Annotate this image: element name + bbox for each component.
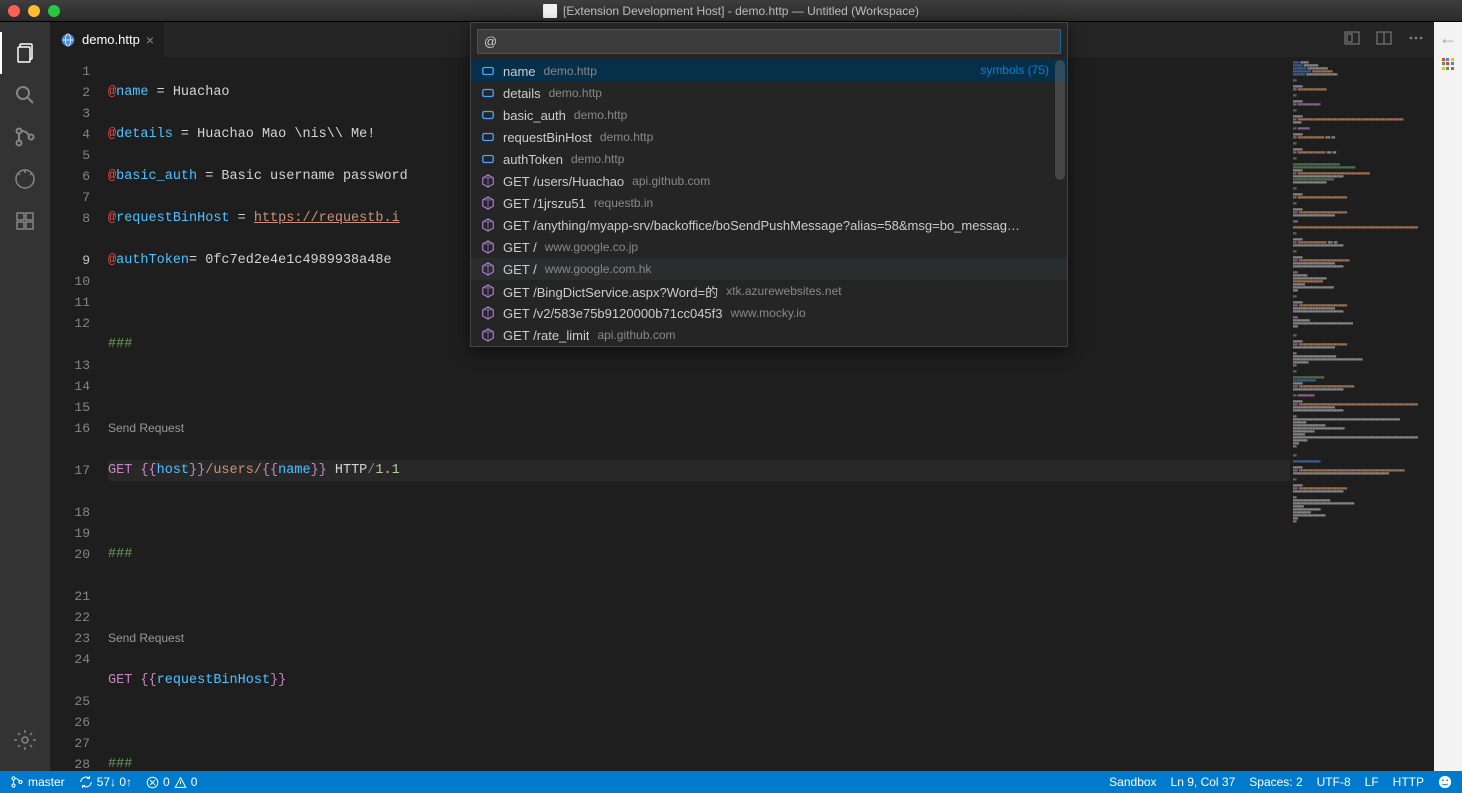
- quick-pick-item-label: GET /v2/583e75b9120000b71cc045f3: [503, 306, 723, 321]
- quick-pick-item-label: GET /BingDictService.aspx?Word=的: [503, 282, 718, 301]
- status-cursor-position[interactable]: Ln 9, Col 37: [1171, 775, 1236, 789]
- status-git-branch[interactable]: master: [10, 775, 65, 789]
- quick-pick-item[interactable]: GET / www.google.com.hk: [471, 258, 1067, 280]
- quick-pick-list: symbols (75) namedemo.httpdetailsdemo.ht…: [471, 60, 1067, 346]
- quick-pick-item-label: requestBinHost: [503, 130, 592, 145]
- window-title: [Extension Development Host] - demo.http…: [543, 4, 919, 18]
- quick-pick-item-detail: demo.http: [574, 108, 627, 122]
- minimap[interactable]: █████ ███████ ████████ ████████████ ████…: [1290, 57, 1420, 771]
- quick-pick-item[interactable]: authToken demo.http: [471, 148, 1067, 170]
- activity-settings[interactable]: [0, 719, 50, 761]
- window-title-text: [Extension Development Host] - demo.http…: [563, 4, 919, 18]
- status-encoding[interactable]: UTF-8: [1317, 775, 1351, 789]
- quick-pick-item-detail: www.mocky.io: [731, 306, 806, 320]
- quick-pick-item[interactable]: GET /anything/myapp-srv/backoffice/boSen…: [471, 214, 1067, 236]
- minimize-window-button[interactable]: [28, 5, 40, 17]
- quick-pick-item-detail: www.google.co.jp: [545, 240, 638, 254]
- close-window-button[interactable]: [8, 5, 20, 17]
- quick-pick-scrollbar[interactable]: [1055, 60, 1065, 180]
- quick-pick-item-detail: xtk.azurewebsites.net: [726, 284, 841, 298]
- status-sandbox[interactable]: Sandbox: [1109, 775, 1156, 789]
- quick-pick-item-label: GET /rate_limit: [503, 328, 589, 343]
- symbol-icon: [481, 218, 495, 232]
- quick-pick-item-label: authToken: [503, 152, 563, 167]
- quick-pick-item[interactable]: name demo.http: [471, 60, 1067, 82]
- symbol-icon: [481, 64, 495, 78]
- quick-pick-item-label: GET /: [503, 262, 537, 277]
- quick-pick-item-detail: www.google.com.hk: [545, 262, 652, 276]
- symbol-icon: [481, 108, 495, 122]
- quick-pick-item-label: GET /1jrszu51: [503, 196, 586, 211]
- symbol-icon: [481, 262, 495, 276]
- apps-grid-icon[interactable]: [1442, 58, 1454, 70]
- activity-extensions[interactable]: [0, 200, 50, 242]
- http-file-icon: [60, 32, 76, 48]
- split-layout-icon[interactable]: [1376, 30, 1392, 50]
- tab-label: demo.http: [82, 32, 140, 47]
- symbol-icon: [481, 86, 495, 100]
- quick-pick-item-label: name: [503, 64, 536, 79]
- status-feedback-icon[interactable]: [1438, 775, 1452, 789]
- quick-pick-item[interactable]: GET / www.google.co.jp: [471, 236, 1067, 258]
- status-language[interactable]: HTTP: [1393, 775, 1424, 789]
- quick-pick-item-detail: demo.http: [600, 130, 653, 144]
- quick-pick-item[interactable]: GET /1jrszu51 requestb.in: [471, 192, 1067, 214]
- maximize-window-button[interactable]: [48, 5, 60, 17]
- quick-pick: symbols (75) namedemo.httpdetailsdemo.ht…: [470, 22, 1068, 347]
- status-sync[interactable]: 57↓ 0↑: [79, 775, 132, 789]
- quick-pick-item-label: GET /: [503, 240, 537, 255]
- quick-pick-item[interactable]: GET /rate_limit api.github.com: [471, 324, 1067, 346]
- status-eol[interactable]: LF: [1365, 775, 1379, 789]
- quick-pick-item[interactable]: GET /BingDictService.aspx?Word=的 xtk.azur…: [471, 280, 1067, 302]
- split-editor-icon[interactable]: [1344, 30, 1360, 50]
- activity-search[interactable]: [0, 74, 50, 116]
- quick-pick-item-label: basic_auth: [503, 108, 566, 123]
- line-gutter: 123456 78 9101112 13141516 17 181920 212…: [50, 57, 108, 771]
- activity-explorer[interactable]: [0, 32, 50, 74]
- quick-pick-item[interactable]: requestBinHost demo.http: [471, 126, 1067, 148]
- file-icon: [543, 4, 557, 18]
- quick-pick-item-detail: api.github.com: [632, 174, 710, 188]
- activity-debug[interactable]: [0, 158, 50, 200]
- quick-pick-item[interactable]: GET /v2/583e75b9120000b71cc045f3 www.mock…: [471, 302, 1067, 324]
- back-arrow-icon[interactable]: ←: [1443, 30, 1454, 50]
- quick-pick-item-detail: demo.http: [549, 86, 602, 100]
- symbols-count-badge: symbols (75): [980, 63, 1049, 77]
- symbol-icon: [481, 174, 495, 188]
- quick-pick-item-label: GET /users/Huachao: [503, 174, 624, 189]
- quick-pick-item-detail: api.github.com: [597, 328, 675, 342]
- quick-pick-item-label: GET /anything/myapp-srv/backoffice/boSen…: [503, 218, 1020, 233]
- editor-area: demo.http × 123456 78 9101112: [50, 22, 1434, 771]
- status-indentation[interactable]: Spaces: 2: [1249, 775, 1302, 789]
- status-problems[interactable]: 0 0: [146, 775, 197, 789]
- send-request-codelens[interactable]: Send Request: [108, 628, 1290, 649]
- browser-sidebar: ←: [1434, 22, 1462, 771]
- quick-pick-item[interactable]: basic_auth demo.http: [471, 104, 1067, 126]
- send-request-codelens[interactable]: Send Request: [108, 418, 1290, 439]
- tab-close-button[interactable]: ×: [146, 32, 154, 48]
- quick-pick-item-label: details: [503, 86, 541, 101]
- quick-pick-item[interactable]: details demo.http: [471, 82, 1067, 104]
- activity-bar: [0, 22, 50, 771]
- tab-demo-http[interactable]: demo.http ×: [50, 22, 164, 57]
- symbol-icon: [481, 130, 495, 144]
- symbol-icon: [481, 284, 495, 298]
- symbol-icon: [481, 306, 495, 320]
- status-bar: master 57↓ 0↑ 0 0 Sandbox Ln 9, Col 37 S…: [0, 771, 1462, 793]
- activity-scm[interactable]: [0, 116, 50, 158]
- quick-pick-item-detail: requestb.in: [594, 196, 653, 210]
- symbol-icon: [481, 240, 495, 254]
- quick-pick-input[interactable]: [477, 29, 1061, 54]
- quick-pick-item[interactable]: GET /users/Huachao api.github.com: [471, 170, 1067, 192]
- quick-pick-item-detail: demo.http: [544, 64, 597, 78]
- window-titlebar: [Extension Development Host] - demo.http…: [0, 0, 1462, 22]
- quick-pick-item-detail: demo.http: [571, 152, 624, 166]
- symbol-icon: [481, 152, 495, 166]
- more-actions-icon[interactable]: [1408, 30, 1424, 50]
- symbol-icon: [481, 328, 495, 342]
- editor-scrollbar[interactable]: [1420, 57, 1434, 771]
- symbol-icon: [481, 196, 495, 210]
